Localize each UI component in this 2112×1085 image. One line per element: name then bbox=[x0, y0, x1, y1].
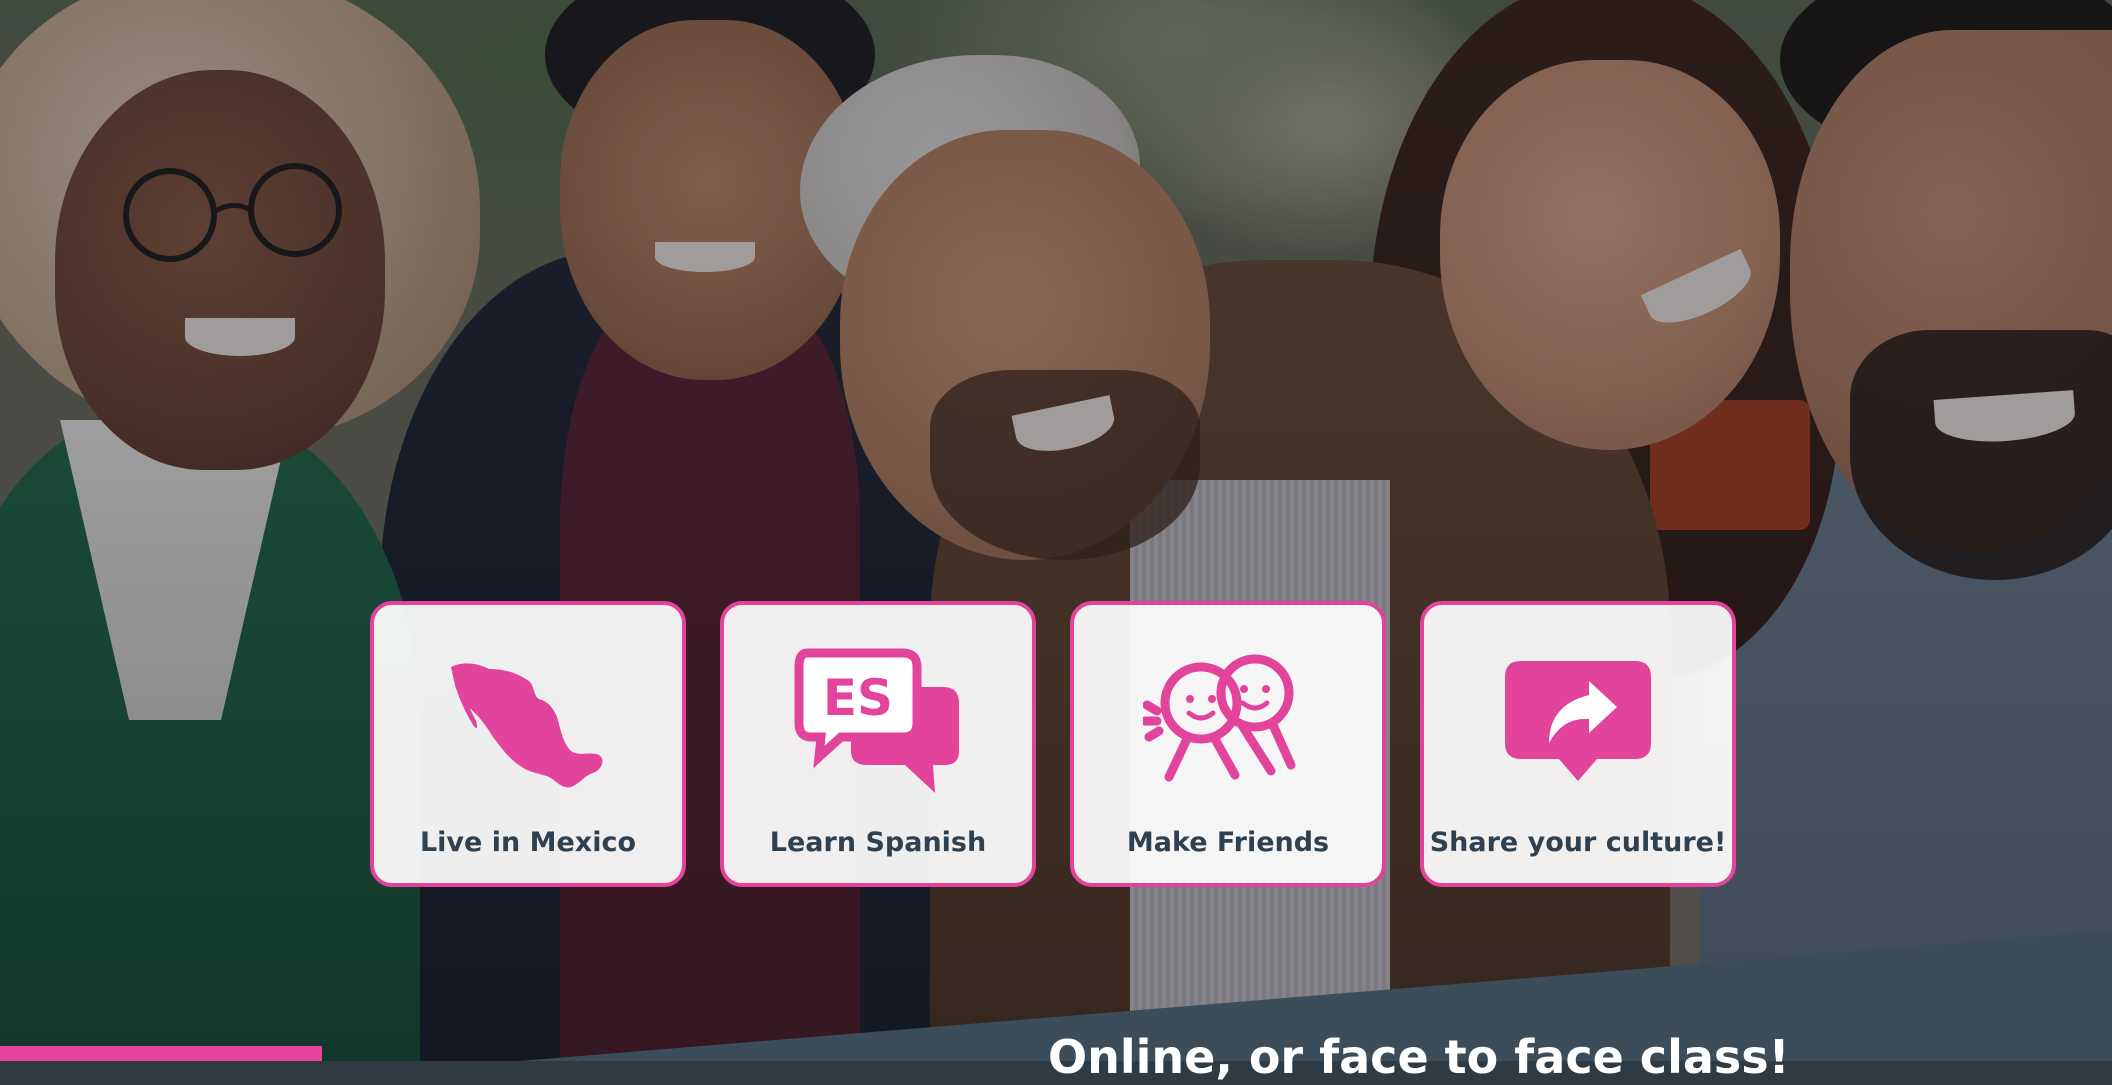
hero-photo bbox=[0, 0, 2112, 1061]
feature-cards: Live in Mexico ES Learn Spanish Make Fri… bbox=[370, 601, 1740, 890]
mexico-map-icon bbox=[451, 663, 603, 788]
es-speech-bubbles-icon: ES bbox=[794, 648, 959, 793]
feature-label: Make Friends bbox=[1126, 827, 1330, 858]
feature-card-learn-spanish[interactable]: ES Learn Spanish bbox=[720, 601, 1036, 887]
feature-card-make-friends[interactable]: Make Friends bbox=[1070, 601, 1386, 887]
feature-card-live-in-mexico[interactable]: Live in Mexico bbox=[370, 601, 686, 887]
accent-tab[interactable] bbox=[0, 1046, 322, 1061]
feature-label: Learn Spanish bbox=[769, 827, 987, 858]
share-arrow-bubble-icon bbox=[1505, 661, 1651, 781]
two-smiling-people-icon bbox=[1143, 654, 1296, 782]
feature-label: Share your culture! bbox=[1429, 827, 1727, 858]
section-heading: Online, or face to face class! bbox=[1048, 1030, 1790, 1084]
feature-label: Live in Mexico bbox=[419, 827, 637, 858]
feature-card-share-culture[interactable]: Share your culture! bbox=[1420, 601, 1736, 887]
svg-text:ES: ES bbox=[823, 669, 893, 727]
